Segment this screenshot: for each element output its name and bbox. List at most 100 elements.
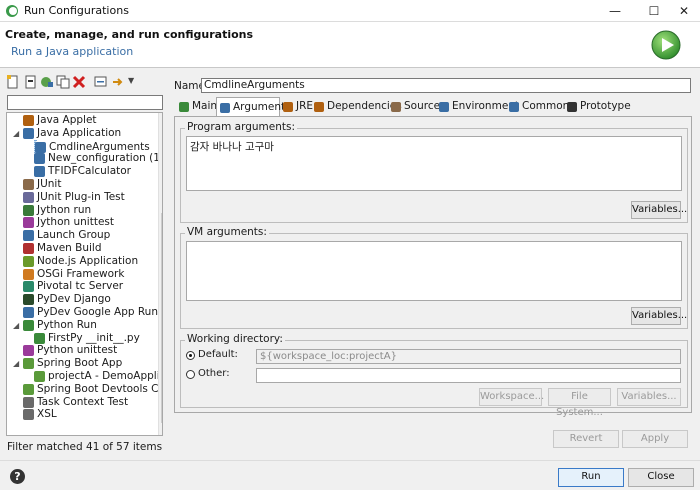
program-variables-button[interactable]: Variables... xyxy=(631,201,687,219)
expand-toggle-icon[interactable]: ◢ xyxy=(13,357,19,370)
config-type-icon xyxy=(34,332,45,344)
config-type-icon xyxy=(34,371,45,382)
tree-item-label: Spring Boot Devtools Client xyxy=(37,382,162,395)
tab-icon xyxy=(283,102,293,112)
config-type-icon xyxy=(23,294,34,306)
duplicate-config-icon[interactable] xyxy=(56,75,70,89)
config-type-icon xyxy=(23,127,34,139)
workspace-button[interactable]: Workspace... xyxy=(479,388,544,406)
tree-item-label: Task Context Test xyxy=(37,395,129,408)
tab-icon xyxy=(391,102,401,112)
tab-label: Source xyxy=(404,100,441,112)
tree-item-label: Spring Boot App xyxy=(37,357,123,370)
tree-item-label: XSL xyxy=(37,408,57,421)
other-radio[interactable] xyxy=(186,370,195,379)
tab-dependencies[interactable]: Dependencies xyxy=(311,97,402,117)
config-type-icon xyxy=(23,307,34,318)
tab-arguments[interactable]: Arguments xyxy=(216,97,291,117)
tree-item-label: PyDev Django xyxy=(37,293,111,306)
config-tabs: Main Arguments JRE Dependencies Source Enviro… xyxy=(174,97,692,117)
tab-source[interactable]: Source xyxy=(388,97,440,117)
tree-item-label: New_configuration (1) xyxy=(48,152,163,165)
default-label: Default: xyxy=(198,349,238,360)
tree-item-label: TFIDFCalculator xyxy=(48,165,131,178)
help-icon[interactable]: ? xyxy=(10,469,25,484)
arguments-tab-panel: Program arguments: 감자 바나나 고구마 Variables.… xyxy=(174,116,692,418)
config-type-icon xyxy=(23,243,34,254)
tab-main[interactable]: Main xyxy=(176,97,218,117)
run-button[interactable]: Run xyxy=(558,468,624,487)
close-button[interactable]: Close xyxy=(628,468,694,487)
filter-input[interactable] xyxy=(7,95,163,110)
tab-icon xyxy=(439,102,449,112)
tree-item-label: Java Applet xyxy=(37,114,97,126)
close-window-button[interactable]: ✕ xyxy=(667,0,700,22)
expand-toggle-icon[interactable]: ◢ xyxy=(13,319,19,332)
tree-item-label: Jython run xyxy=(37,203,92,216)
vm-variables-button[interactable]: Variables... xyxy=(631,307,687,325)
tree-item-label: Jython unittest xyxy=(37,216,115,229)
filter-menu-icon[interactable] xyxy=(112,75,126,89)
filter-dropdown-icon[interactable]: ▼ xyxy=(128,76,134,85)
filter-status: Filter matched 41 of 57 items xyxy=(7,441,163,453)
tree-item-label: OSGi Framework xyxy=(37,267,125,280)
config-type-icon xyxy=(23,345,34,357)
vm-arguments-input[interactable] xyxy=(186,241,682,301)
other-directory-field[interactable] xyxy=(256,368,681,383)
new-config-icon[interactable] xyxy=(6,75,20,89)
tab-environment[interactable]: Environment xyxy=(436,97,519,117)
config-type-icon xyxy=(23,115,34,126)
config-type-icon xyxy=(23,319,34,331)
tab-jre[interactable]: JRE xyxy=(280,97,313,117)
file-system-button[interactable]: File System... xyxy=(548,388,611,418)
config-type-icon xyxy=(35,141,46,153)
config-type-icon xyxy=(23,396,34,408)
tab-icon xyxy=(220,103,230,113)
config-type-icon xyxy=(23,383,34,395)
collapse-all-icon[interactable] xyxy=(94,75,108,89)
tree-scrollbar-thumb[interactable] xyxy=(161,213,162,423)
tree-item-label: Java Application xyxy=(37,126,122,139)
default-radio[interactable] xyxy=(186,351,195,360)
new-prototype-icon[interactable] xyxy=(24,75,38,89)
tab-icon xyxy=(314,102,324,112)
tree-item-label: Node.js Application xyxy=(37,254,139,267)
tree-item-label: JUnit Plug-in Test xyxy=(37,190,125,203)
config-type-icon xyxy=(23,281,34,293)
run-logo-icon xyxy=(651,30,681,60)
header-title: Create, manage, and run configurations xyxy=(5,28,254,41)
tree-scrollbar[interactable] xyxy=(158,113,162,435)
minimize-button[interactable]: — xyxy=(598,0,632,22)
tab-common[interactable]: Common xyxy=(506,97,569,117)
configurations-tree[interactable]: Java Applet ◢ Java Application CmdlineArgum… xyxy=(6,112,163,436)
program-arguments-input[interactable]: 감자 바나나 고구마 xyxy=(186,136,682,191)
tab-prototype[interactable]: Prototype xyxy=(564,97,631,117)
config-type-icon xyxy=(34,153,45,165)
config-type-icon xyxy=(34,166,45,178)
vm-arguments-label: VM arguments: xyxy=(185,226,269,238)
tab-label: Main xyxy=(192,100,218,112)
apply-button[interactable]: Apply xyxy=(622,430,688,448)
tree-item-label: FirstPy __init__.py xyxy=(48,331,140,344)
maximize-button[interactable]: ☐ xyxy=(637,0,671,22)
export-config-icon[interactable] xyxy=(40,75,54,89)
config-type-icon xyxy=(23,204,34,216)
config-type-icon xyxy=(23,409,34,421)
tab-label: Prototype xyxy=(580,100,631,112)
config-type-icon xyxy=(23,230,34,242)
revert-button[interactable]: Revert xyxy=(553,430,619,448)
config-type-icon xyxy=(23,179,34,190)
program-arguments-label: Program arguments: xyxy=(185,121,297,133)
delete-config-icon[interactable] xyxy=(72,75,86,89)
vm-arguments-group: VM arguments: Variables... xyxy=(180,226,688,329)
dialog-header: Create, manage, and run configurations R… xyxy=(0,22,700,68)
config-name-input[interactable]: CmdlineArguments xyxy=(201,78,691,93)
directory-variables-button[interactable]: Variables... xyxy=(617,388,681,406)
tree-item-label: JUnit xyxy=(37,178,62,190)
eclipse-icon xyxy=(6,5,18,17)
tree-item[interactable]: CmdlineArguments xyxy=(34,139,150,153)
dialog-button-bar: ? Run Close xyxy=(0,460,700,490)
tab-label: Common xyxy=(522,100,570,112)
expand-toggle-icon[interactable]: ◢ xyxy=(13,127,19,140)
config-type-icon xyxy=(23,191,34,203)
